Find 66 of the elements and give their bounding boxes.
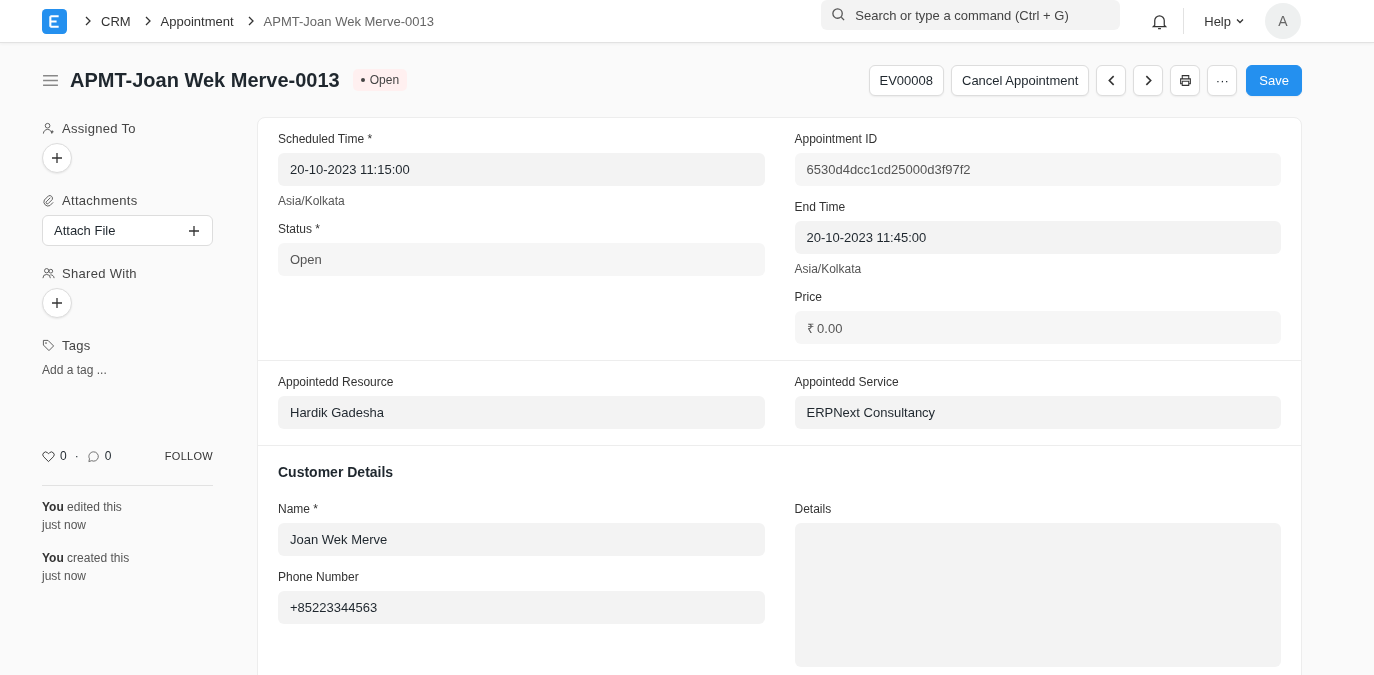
page-title: APMT-Joan Wek Merve-0013 xyxy=(70,68,340,92)
action-button[interactable]: Cancel Appointment xyxy=(951,64,1090,96)
paperclip-icon xyxy=(42,193,55,207)
printer-icon xyxy=(1178,73,1192,87)
sidebar-heading: Assigned To xyxy=(62,120,136,136)
users-icon xyxy=(42,266,55,280)
field-hint: Asia/Kolkata xyxy=(794,262,863,276)
activity-text: You edited this xyxy=(42,499,123,516)
field-label: Price xyxy=(794,290,823,304)
field-label: Name * xyxy=(278,502,319,516)
avatar[interactable]: A xyxy=(1265,3,1301,39)
field-hint: Asia/Kolkata xyxy=(278,194,346,208)
previous-button[interactable] xyxy=(1096,64,1127,96)
attach-file-button[interactable]: Attach File xyxy=(42,215,213,246)
add-share-button[interactable] xyxy=(42,288,72,318)
field-label: Appointment ID xyxy=(794,132,879,146)
activity-time: just now xyxy=(42,517,88,534)
breadcrumb-link[interactable]: Appointment xyxy=(160,13,234,29)
section-heading: Customer Details xyxy=(278,464,395,480)
input-field[interactable]: Hardik Gadesha xyxy=(278,396,765,429)
input-field[interactable]: +85223344563 xyxy=(278,591,765,624)
comment-icon[interactable] xyxy=(86,449,100,463)
input-field[interactable]: 20-10-2023 11:45:00 xyxy=(794,221,1281,254)
status-badge: Open xyxy=(352,69,408,91)
add-tag-link[interactable]: Add a tag ... xyxy=(42,363,213,377)
field-label: Details xyxy=(794,502,833,516)
input-field[interactable]: 20-10-2023 11:15:00 xyxy=(278,153,765,186)
separator-dot: · xyxy=(74,449,79,463)
sidebar-heading: Shared With xyxy=(62,265,137,281)
input-field[interactable]: ERPNext Consultancy xyxy=(794,396,1281,429)
input-field[interactable]: ₹ 0.00 xyxy=(794,311,1281,344)
menu-icon[interactable] xyxy=(42,73,59,87)
plus-icon xyxy=(51,297,63,309)
sidebar-heading: Tags xyxy=(62,337,91,353)
plus-icon xyxy=(188,224,200,237)
app-logo-icon[interactable] xyxy=(42,8,67,34)
user-plus-icon xyxy=(42,121,55,135)
print-button[interactable] xyxy=(1170,64,1201,96)
chevron-down-icon xyxy=(1235,16,1245,26)
next-button[interactable] xyxy=(1133,64,1164,96)
comment-count: 0 xyxy=(104,449,112,463)
field-label: Scheduled Time * xyxy=(278,132,374,146)
field-label: End Time xyxy=(794,200,847,214)
input-field[interactable]: Joan Wek Merve xyxy=(278,523,765,556)
field-label: Appointedd Resource xyxy=(278,375,395,389)
heart-icon[interactable] xyxy=(42,449,55,463)
search-field[interactable]: Search or type a command (Ctrl + G) xyxy=(821,0,1121,30)
more-button[interactable]: ··· xyxy=(1207,64,1238,96)
field-label: Phone Number xyxy=(278,570,360,584)
breadcrumb-link[interactable]: APMT-Joan Wek Merve-0013 xyxy=(263,13,434,29)
field-label: Status * xyxy=(278,222,322,236)
breadcrumb-link[interactable]: CRM xyxy=(101,13,131,29)
action-button[interactable]: EV00008 xyxy=(868,64,944,96)
chevron-right-icon xyxy=(83,16,93,26)
plus-icon xyxy=(51,152,63,164)
activity-time: just now xyxy=(42,568,88,585)
follow-link[interactable]: FOLLOW xyxy=(164,450,213,462)
input-field[interactable]: 6530d4dcc1cd25000d3f97f2 xyxy=(794,153,1281,186)
like-count: 0 xyxy=(60,449,67,463)
sidebar-heading: Attachments xyxy=(62,192,138,208)
add-assignee-button[interactable] xyxy=(42,143,72,173)
activity-text: You created this xyxy=(42,550,131,567)
field-label: Appointedd Service xyxy=(794,375,900,389)
help-dropdown[interactable]: Help xyxy=(1198,12,1251,30)
tag-icon xyxy=(42,338,55,352)
input-field[interactable]: Open xyxy=(278,243,765,276)
